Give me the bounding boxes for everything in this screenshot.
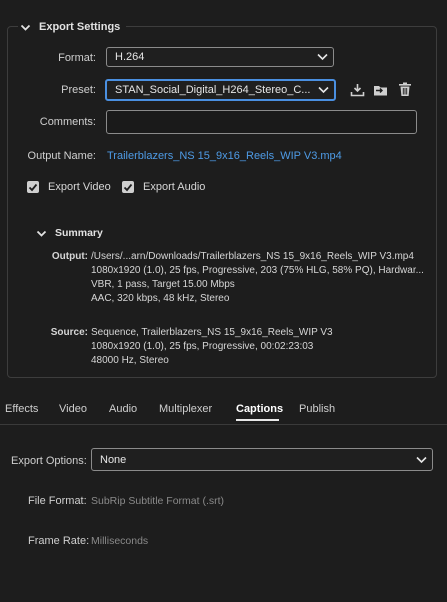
summary-output-line: VBR, 1 pass, Target 15.00 Mbps [91, 279, 235, 290]
summary-output-line: AAC, 320 kbps, 48 kHz, Stereo [91, 293, 230, 304]
summary-header[interactable]: Summary [36, 227, 103, 239]
output-name-link[interactable]: Trailerblazers_NS 15_9x16_Reels_WIP V3.m… [107, 150, 342, 162]
export-options-value: None [100, 453, 127, 466]
export-video-checkbox[interactable] [27, 181, 39, 193]
file-format-value: SubRip Subtitle Format (.srt) [91, 495, 225, 507]
summary-output-line: 1080x1920 (1.0), 25 fps, Progressive, 20… [91, 265, 424, 276]
export-settings-title: Export Settings [39, 21, 121, 33]
delete-preset-icon[interactable] [397, 81, 413, 97]
summary-source-line: 48000 Hz, Stereo [91, 355, 169, 366]
tab-divider [0, 424, 447, 425]
chevron-down-icon [312, 81, 334, 99]
frame-rate-value: Milliseconds [91, 535, 149, 547]
export-settings-header[interactable]: Export Settings [18, 19, 127, 35]
comments-label: Comments: [39, 116, 96, 128]
summary-source-line: 1080x1920 (1.0), 25 fps, Progressive, 00… [91, 341, 314, 352]
export-video-label: Export Video [48, 181, 111, 193]
import-preset-icon[interactable] [373, 82, 389, 98]
export-options-label: Export Options: [11, 455, 87, 467]
summary-source-line: Sequence, Trailerblazers_NS 15_9x16_Reel… [91, 327, 333, 338]
tab-audio[interactable]: Audio [109, 403, 137, 415]
settings-tabs: Effects Video Audio Multiplexer Captions… [0, 403, 447, 423]
preset-select[interactable]: STAN_Social_Digital_H264_Stereo_C... [105, 79, 336, 101]
active-tab-indicator [236, 419, 279, 421]
export-options-select[interactable]: None [91, 448, 433, 471]
format-value: H.264 [115, 51, 145, 63]
summary-output-line: /Users/...arn/Downloads/Trailerblazers_N… [91, 251, 414, 262]
tab-captions[interactable]: Captions [236, 403, 283, 415]
preset-label: Preset: [61, 84, 96, 96]
file-format-label: File Format: [28, 495, 87, 507]
save-preset-icon[interactable] [349, 82, 365, 98]
format-label: Format: [58, 52, 96, 64]
summary-source-lines: Sequence, Trailerblazers_NS 15_9x16_Reel… [91, 326, 333, 368]
comments-input[interactable] [106, 110, 417, 134]
preset-value: STAN_Social_Digital_H264_Stereo_C... [115, 84, 311, 96]
summary-title: Summary [55, 227, 103, 239]
tab-video[interactable]: Video [59, 403, 87, 415]
format-select[interactable]: H.264 [106, 47, 334, 67]
summary-output-label: Output: [51, 251, 88, 262]
output-name-label: Output Name: [27, 150, 96, 162]
chevron-down-icon [311, 48, 333, 66]
tab-multiplexer[interactable]: Multiplexer [159, 403, 212, 415]
chevron-down-icon [410, 449, 432, 470]
frame-rate-label: Frame Rate: [28, 535, 90, 547]
summary-output-lines: /Users/...arn/Downloads/Trailerblazers_N… [91, 250, 424, 306]
summary-source-label: Source: [50, 327, 88, 338]
chevron-down-icon[interactable] [36, 228, 47, 239]
tab-publish[interactable]: Publish [299, 403, 335, 415]
chevron-down-icon[interactable] [20, 22, 31, 33]
export-audio-label: Export Audio [143, 181, 206, 193]
export-audio-checkbox[interactable] [122, 181, 134, 193]
tab-effects[interactable]: Effects [5, 403, 38, 415]
